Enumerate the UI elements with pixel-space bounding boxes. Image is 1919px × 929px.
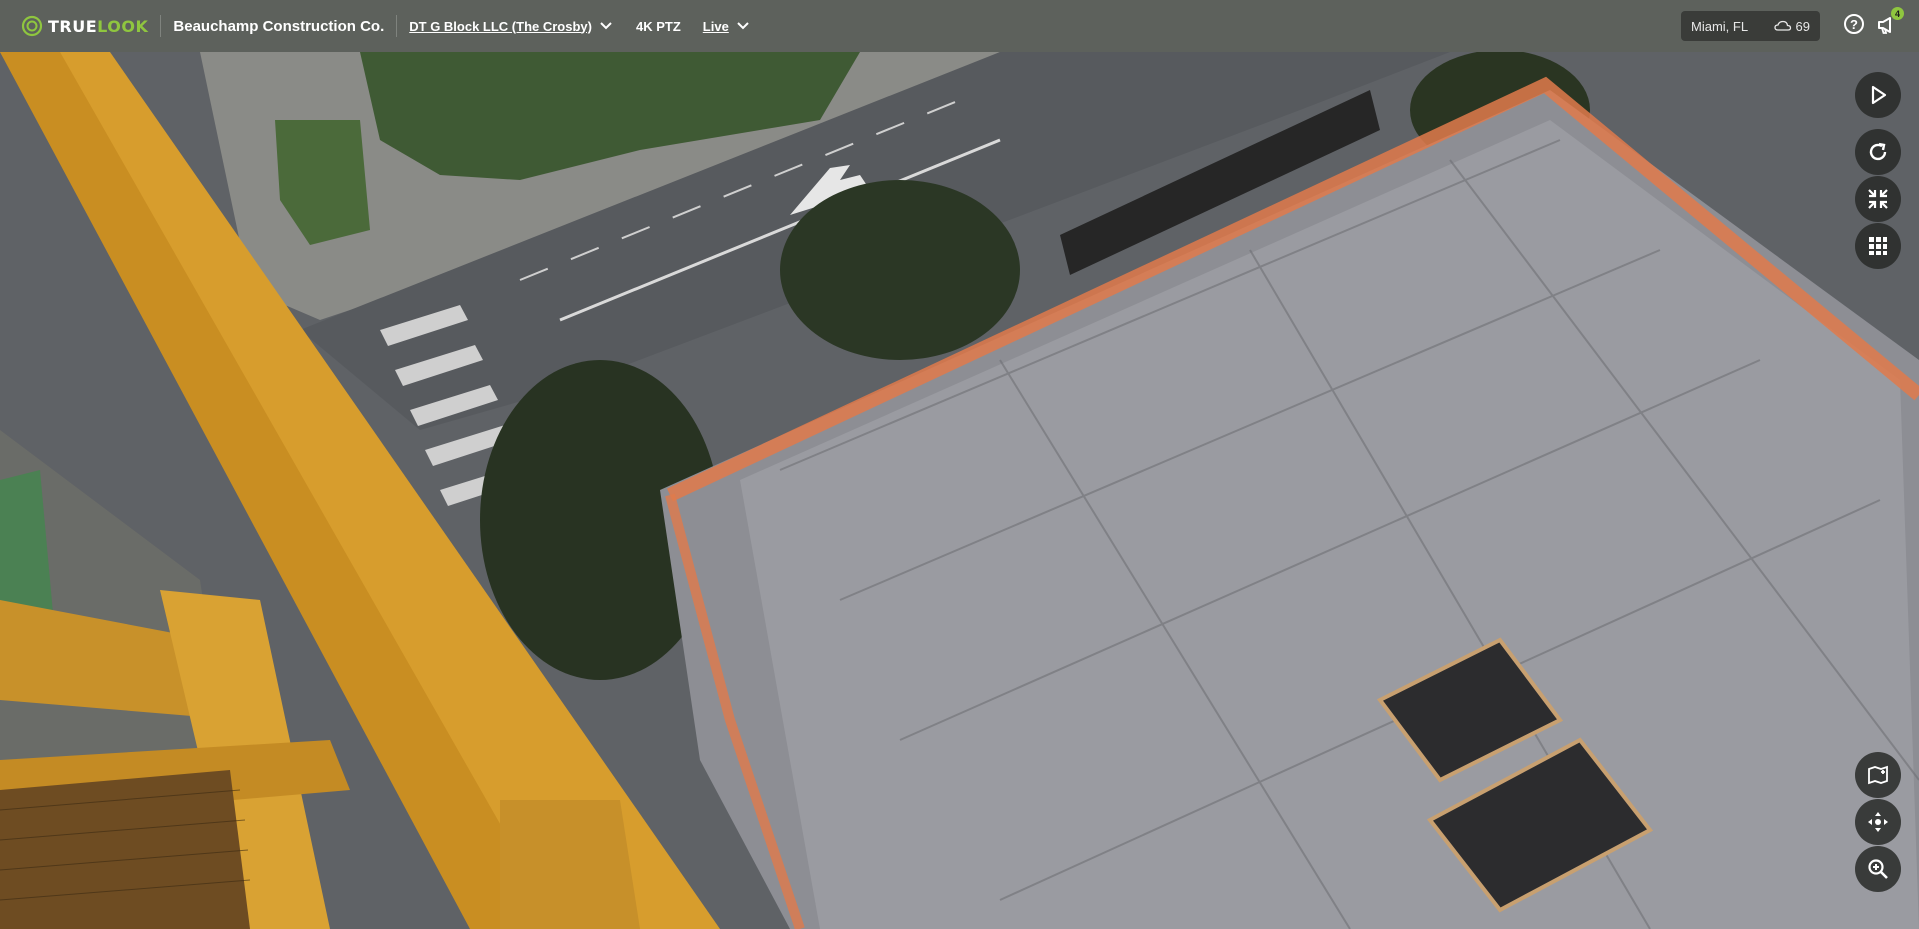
refresh-icon[interactable] [1866, 140, 1890, 164]
zoom-in-icon[interactable] [1866, 857, 1890, 881]
project-name[interactable]: DT G Block LLC (The Crosby) [409, 19, 592, 34]
move-icon[interactable] [1866, 810, 1890, 834]
weather-widget[interactable]: Miami, FL 69 [1681, 11, 1820, 41]
live-camera-image[interactable] [0, 52, 1919, 929]
logo-text-look: LOOK [97, 16, 149, 36]
add-marker-icon[interactable] [1866, 763, 1890, 787]
company-name: Beauchamp Construction Co. [173, 17, 385, 35]
top-bar: TRUELOOK Beauchamp Construction Co. DT G… [0, 0, 1919, 52]
divider [396, 15, 398, 37]
logo-text-true: TRUE [48, 16, 98, 36]
partly-cloudy-icon [1773, 20, 1791, 31]
grid-view-button[interactable] [1855, 223, 1901, 269]
camera-name: 4K PTZ [635, 18, 681, 34]
weather-temperature: 69 [1795, 18, 1810, 34]
play-button[interactable] [1855, 72, 1901, 118]
camera-view[interactable] [0, 52, 1919, 929]
weather-location: Miami, FL [1691, 18, 1749, 34]
project-selector[interactable]: DT G Block LLC (The Crosby) [409, 19, 612, 34]
pan-button[interactable] [1855, 799, 1901, 845]
exit-fullscreen-button[interactable] [1855, 176, 1901, 222]
truelook-logo[interactable]: TRUELOOK [20, 14, 148, 38]
mode-selector[interactable]: Live [703, 19, 749, 34]
add-marker-button[interactable] [1855, 752, 1901, 798]
divider [160, 15, 162, 37]
help-icon[interactable]: ? [1844, 14, 1864, 34]
collapse-icon[interactable] [1866, 187, 1890, 211]
refresh-button[interactable] [1855, 129, 1901, 175]
mode-label[interactable]: Live [703, 19, 729, 34]
chevron-down-icon[interactable] [737, 22, 749, 30]
notification-badge: 4 [1891, 7, 1904, 20]
chevron-down-icon[interactable] [600, 22, 612, 30]
truelook-logo-icon [21, 15, 43, 37]
play-icon[interactable] [1866, 83, 1890, 107]
announcements-button[interactable]: 4 [1876, 7, 1904, 36]
grid-icon[interactable] [1866, 234, 1890, 258]
zoom-button[interactable] [1855, 846, 1901, 892]
